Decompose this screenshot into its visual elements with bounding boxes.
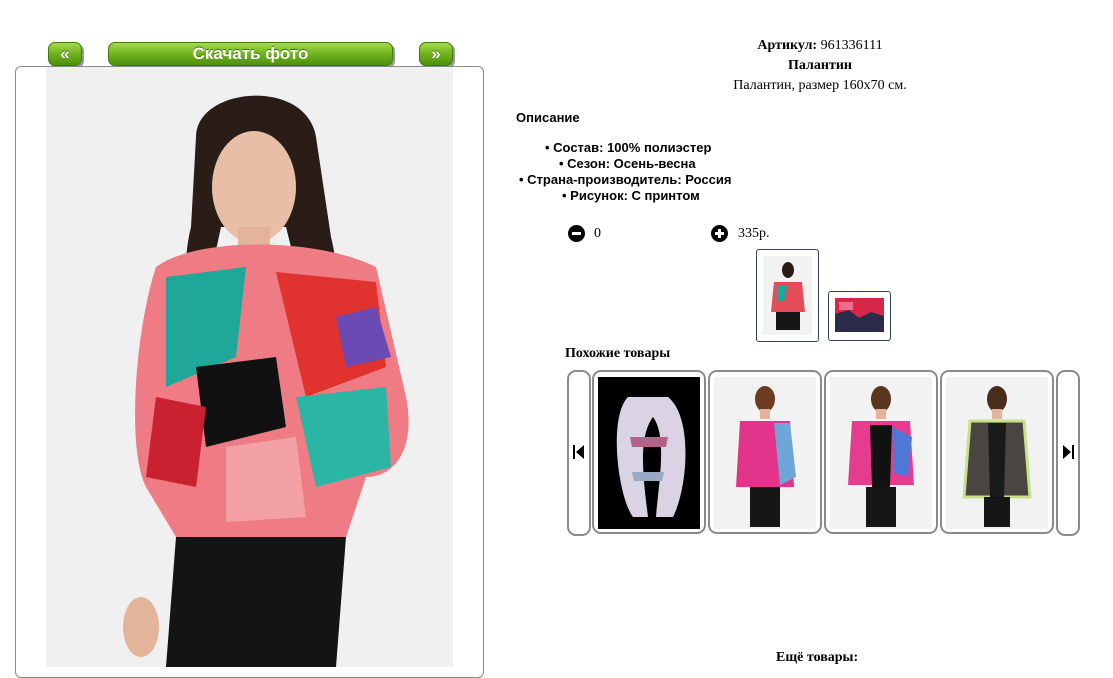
product-name: Палантин xyxy=(788,58,852,73)
minus-icon[interactable] xyxy=(568,225,585,242)
skip-forward-icon xyxy=(1063,445,1074,459)
price-value: 335р. xyxy=(738,226,770,241)
spec-composition: • Состав: 100% полиэстер xyxy=(545,140,712,155)
similar-item-4-image xyxy=(946,377,1048,529)
thumbnail-2[interactable] xyxy=(828,291,891,341)
prev-photo-button[interactable]: « xyxy=(48,42,82,66)
more-products-heading: Ещё товары: xyxy=(776,650,859,665)
spec-country: • Страна-производитель: Россия xyxy=(519,172,732,187)
spec-pattern: • Рисунок: С принтом xyxy=(562,188,700,203)
carousel-next-button[interactable] xyxy=(1056,370,1080,536)
sku-line: Артикул: 961336111 xyxy=(530,38,1110,54)
similar-item-4[interactable] xyxy=(940,370,1054,534)
plus-icon[interactable] xyxy=(711,225,728,242)
next-photo-button[interactable]: » xyxy=(419,42,453,66)
sku-value: 961336111 xyxy=(820,38,883,53)
download-photo-button[interactable]: Скачать фото xyxy=(108,42,393,66)
similar-item-3[interactable] xyxy=(824,370,938,534)
spec-season: • Сезон: Осень-весна xyxy=(559,156,696,171)
thumbnail-1-image xyxy=(763,256,812,335)
similar-item-2-image xyxy=(714,377,816,529)
similar-products-heading: Похожие товары xyxy=(565,346,671,361)
thumbnail-1[interactable] xyxy=(756,249,819,342)
carousel-prev-button[interactable] xyxy=(567,370,591,536)
product-description: Палантин, размер 160x70 см. xyxy=(733,78,907,93)
thumbnail-2-image xyxy=(835,298,884,332)
similar-item-1-image xyxy=(598,377,700,529)
similar-item-1[interactable] xyxy=(592,370,706,534)
quantity-value: 0 xyxy=(594,226,601,241)
main-photo-frame xyxy=(15,66,484,678)
sku-label: Артикул: xyxy=(757,38,818,53)
main-product-photo[interactable] xyxy=(46,67,453,667)
similar-item-2[interactable] xyxy=(708,370,822,534)
description-heading: Описание xyxy=(516,110,580,125)
skip-back-icon xyxy=(573,445,584,459)
similar-item-3-image xyxy=(830,377,932,529)
